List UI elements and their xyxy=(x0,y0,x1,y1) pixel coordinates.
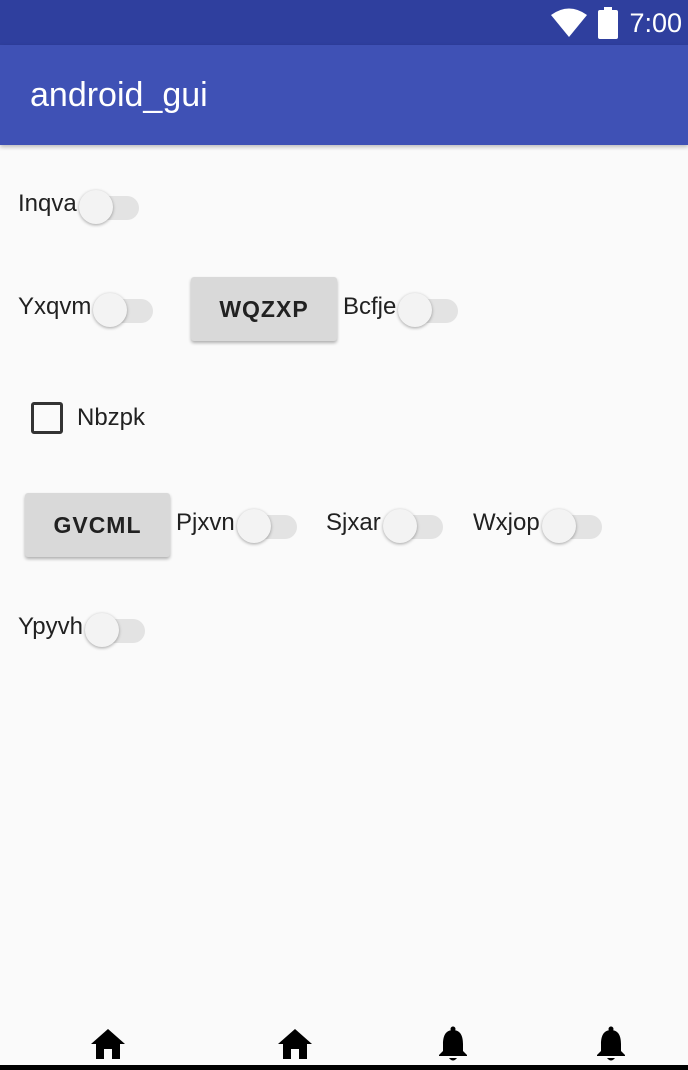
home-icon[interactable] xyxy=(90,1028,126,1060)
wifi-icon xyxy=(551,8,588,37)
switch-sjxar[interactable] xyxy=(382,507,445,543)
bell-icon[interactable] xyxy=(437,1026,469,1062)
battery-icon xyxy=(598,7,619,39)
switch-label-pjxvn: Pjxvn xyxy=(176,509,235,536)
switch-yxqvm[interactable] xyxy=(93,291,155,327)
app-bar: android_gui xyxy=(0,45,688,145)
status-time: 7:00 xyxy=(629,7,682,38)
status-bar: 7:00 xyxy=(0,0,688,45)
switch-wxjop[interactable] xyxy=(541,507,604,543)
row-sjxar: Sjxar xyxy=(326,507,445,543)
switch-thumb xyxy=(541,509,576,543)
bottom-navigation xyxy=(0,1020,688,1070)
switch-inqva[interactable] xyxy=(78,188,141,224)
switch-thumb xyxy=(84,613,119,647)
checkbox-label-nbzpk: Nbzpk xyxy=(77,404,146,431)
switch-label-wxjop: Wxjop xyxy=(473,509,540,536)
switch-label-inqva: Inqva xyxy=(18,190,77,217)
gvcml-button[interactable]: GVCML xyxy=(25,493,170,557)
home-icon[interactable] xyxy=(277,1028,313,1060)
row-bcfje: Bcfje xyxy=(343,291,460,327)
switch-ypyvh[interactable] xyxy=(84,611,147,647)
row-ypyvh: Ypyvh xyxy=(18,611,147,647)
status-icons: 7:00 xyxy=(551,6,682,40)
switch-label-yxqvm: Yxqvm xyxy=(18,293,92,320)
switch-thumb xyxy=(78,190,113,224)
switch-thumb xyxy=(382,509,417,543)
bell-icon[interactable] xyxy=(595,1026,627,1062)
row-yxqvm: Yxqvm xyxy=(18,291,155,327)
switch-thumb xyxy=(236,509,271,543)
switch-bcfje[interactable] xyxy=(398,291,460,327)
switch-label-ypyvh: Ypyvh xyxy=(18,613,83,640)
app-title: android_gui xyxy=(30,76,208,114)
nav-bar-divider xyxy=(0,1065,688,1070)
switch-pjxvn[interactable] xyxy=(236,507,299,543)
wqzxp-button[interactable]: WQZXP xyxy=(191,277,337,341)
checkbox-nbzpk[interactable] xyxy=(31,402,63,434)
switch-label-sjxar: Sjxar xyxy=(326,509,381,536)
checkbox-row-nbzpk[interactable]: Nbzpk xyxy=(31,402,145,434)
switch-label-bcfje: Bcfje xyxy=(343,293,397,320)
row-inqva: Inqva xyxy=(18,188,141,224)
row-wxjop: Wxjop xyxy=(473,507,604,543)
row-pjxvn: Pjxvn xyxy=(176,507,299,543)
